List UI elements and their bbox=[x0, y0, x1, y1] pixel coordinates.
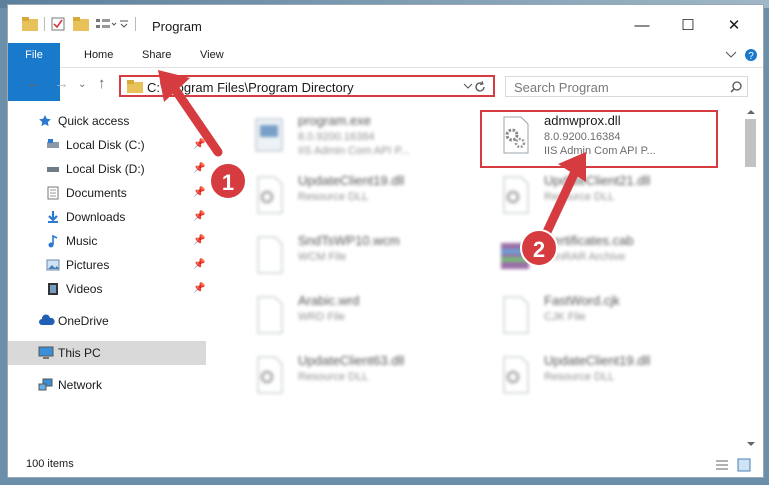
divider bbox=[494, 75, 496, 97]
ribbon-tabs: File Home Share View ? bbox=[8, 43, 763, 101]
sidebar-item-network[interactable]: Network bbox=[8, 373, 206, 397]
dll-gear-icon bbox=[503, 176, 529, 214]
sidebar-item-pictures[interactable]: Pictures 📌 bbox=[8, 253, 206, 277]
window-title: Program bbox=[152, 19, 202, 34]
document-icon bbox=[47, 186, 59, 200]
sidebar-item-videos[interactable]: Videos 📌 bbox=[8, 277, 206, 301]
folder-icon bbox=[127, 80, 143, 93]
minimize-icon: — bbox=[634, 17, 650, 34]
file-item[interactable]: Certificates.cab WinRAR Archive bbox=[480, 227, 720, 285]
minimize-button[interactable]: — bbox=[619, 13, 665, 39]
scroll-down-icon[interactable] bbox=[747, 441, 755, 447]
new-folder-icon[interactable] bbox=[73, 17, 89, 31]
cloud-icon bbox=[39, 314, 55, 325]
close-button[interactable]: ✕ bbox=[711, 13, 757, 39]
video-icon bbox=[48, 283, 58, 295]
computer-icon bbox=[38, 346, 54, 359]
scroll-up-icon[interactable] bbox=[747, 109, 755, 115]
executable-icon bbox=[255, 118, 283, 152]
file-icon bbox=[503, 296, 529, 334]
picture-icon bbox=[46, 259, 60, 271]
sidebar-item-this-pc[interactable]: This PC bbox=[8, 341, 206, 365]
file-item[interactable]: UpdateClient63.dll Resource DLL bbox=[234, 347, 474, 405]
maximize-button[interactable]: ☐ bbox=[665, 13, 711, 39]
large-icons-view-icon[interactable] bbox=[737, 458, 751, 472]
network-icon bbox=[38, 378, 53, 391]
tab-home[interactable]: Home bbox=[74, 43, 123, 67]
svg-text:?: ? bbox=[748, 51, 754, 62]
search-placeholder: Search Program bbox=[514, 80, 609, 95]
navigation-bar: ← → ⌄ ↑ C:\Program Files\Program Directo… bbox=[8, 69, 763, 101]
file-item[interactable]: program.exe 8.0.9200.16384 IIS Admin Com… bbox=[234, 107, 474, 165]
up-arrow-icon[interactable]: ↑ bbox=[98, 75, 106, 92]
divider bbox=[44, 17, 45, 31]
customize-toolbar-icon[interactable] bbox=[119, 17, 129, 31]
drive-icon bbox=[47, 167, 59, 172]
search-icon[interactable] bbox=[730, 81, 742, 93]
recent-locations-icon[interactable]: ⌄ bbox=[78, 79, 86, 90]
pin-icon[interactable]: 📌 bbox=[193, 277, 205, 301]
file-icon bbox=[257, 296, 283, 334]
title-bar: Program — ☐ ✕ bbox=[8, 5, 763, 43]
pin-icon[interactable]: 📌 bbox=[193, 205, 205, 229]
sidebar-item-downloads[interactable]: Downloads 📌 bbox=[8, 205, 206, 229]
star-icon bbox=[39, 115, 51, 127]
vertical-scrollbar[interactable] bbox=[742, 105, 760, 452]
file-item[interactable]: UpdateClient19.dll Resource DLL bbox=[234, 167, 474, 225]
dll-gear-icon bbox=[503, 356, 529, 394]
callout-number-1: 1 bbox=[209, 162, 247, 200]
pin-icon[interactable]: 📌 bbox=[193, 229, 205, 253]
forward-arrow-icon[interactable]: → bbox=[54, 75, 69, 92]
status-bar: 100 items bbox=[8, 452, 763, 477]
expand-ribbon-icon[interactable] bbox=[725, 51, 737, 59]
file-item[interactable]: UpdateClient19.dll Resource DLL bbox=[480, 347, 720, 405]
file-item[interactable]: Arabic.wrd WRD File bbox=[234, 287, 474, 345]
refresh-icon[interactable] bbox=[474, 81, 486, 93]
dll-gear-icon bbox=[257, 356, 283, 394]
view-options-icon[interactable] bbox=[95, 17, 117, 31]
divider bbox=[135, 17, 136, 31]
sidebar-item-music[interactable]: Music 📌 bbox=[8, 229, 206, 253]
help-icon[interactable]: ? bbox=[744, 48, 758, 62]
scrollbar-thumb[interactable] bbox=[745, 119, 756, 167]
properties-icon[interactable] bbox=[51, 17, 65, 31]
pin-icon[interactable]: 📌 bbox=[193, 253, 205, 277]
item-count: 100 items bbox=[26, 458, 74, 470]
maximize-icon: ☐ bbox=[681, 17, 695, 34]
folder-icon bbox=[22, 17, 38, 31]
drive-icon bbox=[47, 139, 59, 148]
tab-share[interactable]: Share bbox=[132, 43, 181, 67]
explorer-window: Program — ☐ ✕ File Home Share View ? ← →… bbox=[7, 4, 764, 478]
file-item[interactable]: SndTsWP10.wcm WCM File bbox=[234, 227, 474, 285]
quick-access-toolbar bbox=[22, 17, 142, 31]
sidebar-item-onedrive[interactable]: OneDrive bbox=[8, 309, 206, 333]
file-item[interactable]: UpdateClient21.dll Resource DLL bbox=[480, 167, 720, 225]
address-dropdown-icon[interactable] bbox=[463, 83, 473, 90]
details-view-icon[interactable] bbox=[715, 459, 729, 471]
dll-gear-icon bbox=[257, 176, 283, 214]
search-box[interactable]: Search Program bbox=[505, 76, 748, 97]
tab-view[interactable]: View bbox=[190, 43, 234, 67]
back-arrow-icon[interactable]: ← bbox=[26, 75, 41, 92]
download-icon bbox=[48, 211, 58, 223]
file-icon bbox=[257, 236, 283, 274]
music-icon bbox=[48, 234, 58, 248]
file-item[interactable]: FastWord.cjk CJK File bbox=[480, 287, 720, 345]
callout-number-2: 2 bbox=[520, 229, 558, 267]
close-icon: ✕ bbox=[727, 17, 741, 34]
